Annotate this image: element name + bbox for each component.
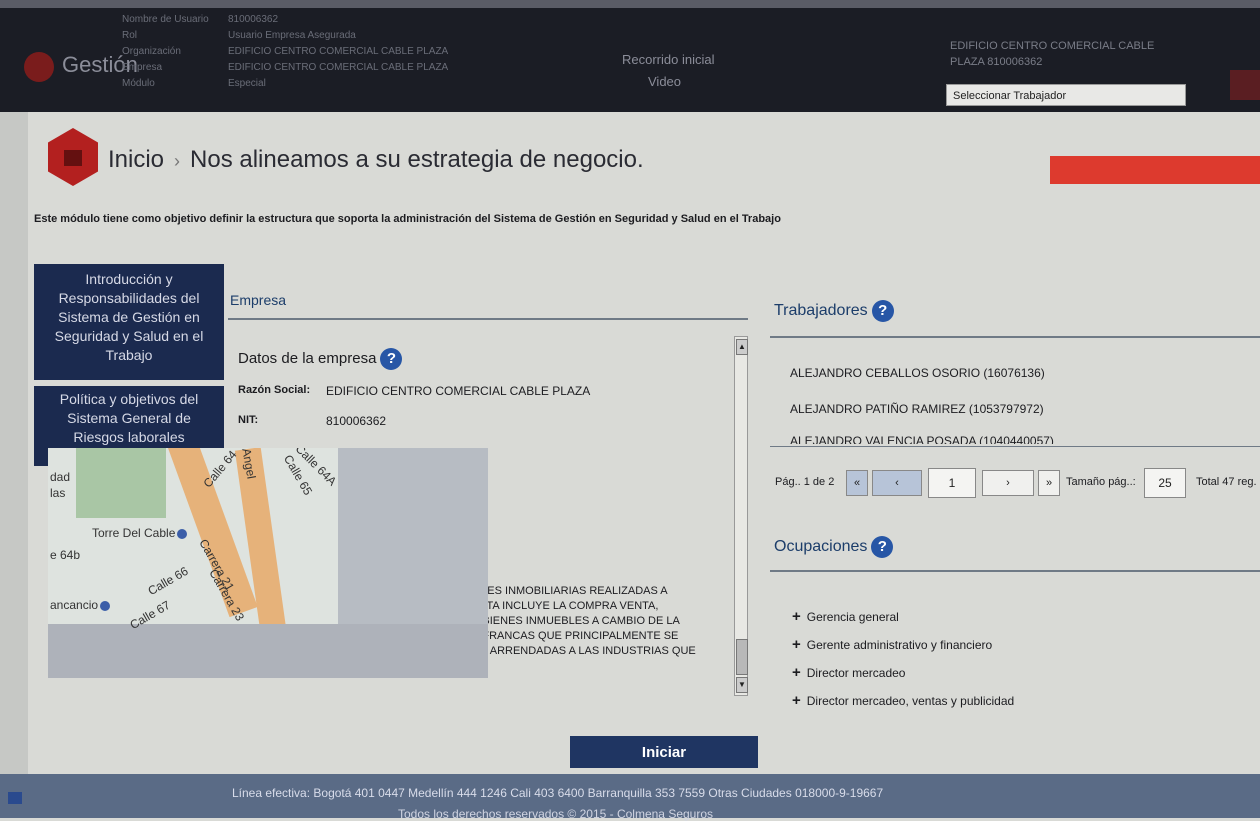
page-size-input[interactable]: 25 [1144,468,1186,498]
map-label: dad [50,470,71,484]
iniciar-button[interactable]: Iniciar [570,736,758,768]
datos-empresa-title: Datos de la empresa? [238,348,403,370]
nit-value: 810006362 [326,414,387,428]
occupation-item[interactable]: + Director mercadeo, ventas y publicidad [792,692,1014,709]
breadcrumb-separator: › [174,151,181,171]
map-park [76,448,166,518]
top-header: Gestión Nombre de Usuario Rol Organizaci… [0,0,1260,112]
empresa-title: Empresa [230,292,287,308]
map-popup[interactable]: dad las e 64b Torre Del Cable Calle 64 n… [48,448,488,678]
worker-item[interactable]: ALEJANDRO CEBALLOS OSORIO (16076136) [790,366,1045,380]
trabajadores-divider [770,336,1260,338]
scroll-up-icon[interactable]: ▲ [736,339,748,355]
info-label: Empresa [122,62,163,73]
tour-link[interactable]: Recorrido inicial [622,52,714,67]
scroll-thumb[interactable] [736,639,748,675]
map-pin-icon [100,600,111,611]
expand-icon[interactable]: + [792,636,801,653]
user-menu-icon[interactable] [1230,70,1260,100]
nit-label: NIT: [238,414,259,426]
map-label: Calle 66 [145,563,191,599]
map-poi-ancancio[interactable]: ancancio [50,598,111,612]
info-label: Módulo [122,78,155,89]
prev-page-button[interactable]: ‹ [872,470,922,496]
info-value: Usuario Empresa Asegurada [228,30,356,41]
ocupaciones-divider [770,570,1260,572]
footer-copyright: Todos los derechos reservados © 2015 - C… [398,807,714,821]
company-name-header: EDIFICIO CENTRO COMERCIAL CABLE PLAZA 81… [950,40,1155,68]
occupation-item[interactable]: + Director mercadeo [792,664,905,681]
info-value: EDIFICIO CENTRO COMERCIAL CABLE PLAZA [228,46,449,57]
expand-icon[interactable]: + [792,664,801,681]
scroll-down-icon[interactable]: ▼ [736,677,748,693]
trabajadores-title: Trabajadores? [774,300,894,322]
map-loading-tile [48,624,488,678]
map-label: e 64b [50,548,81,562]
footer: Línea efectiva: Bogotá 401 0447 Medellín… [0,774,1260,821]
brand-logo-icon [24,52,54,82]
razon-value: EDIFICIO CENTRO COMERCIAL CABLE PLAZA [326,384,591,398]
expand-icon[interactable]: + [792,608,801,625]
browser-strip [0,0,1260,8]
side-nav: Introducción y Responsabilidades del Sis… [34,264,224,472]
info-label: Organización [122,46,181,57]
nav-item-introduccion[interactable]: Introducción y Responsabilidades del Sis… [34,264,224,380]
map-poi-torre[interactable]: Torre Del Cable [92,526,188,540]
page-size-label: Tamaño pág..: [1066,476,1136,488]
worker-item[interactable]: ALEJANDRO PATIÑO RAMIREZ (1053797972) [790,402,1044,416]
company-description: ADES INMOBILIARIAS REALIZADAS A RATA INC… [472,585,696,657]
help-icon[interactable]: ? [380,348,403,370]
left-edge-strip [0,112,28,774]
expand-icon[interactable]: + [792,692,801,709]
page-indicator: Pág.. 1 de 2 [775,476,835,488]
info-value: EDIFICIO CENTRO COMERCIAL CABLE PLAZA [228,62,449,73]
first-page-button[interactable]: « [846,470,868,496]
module-description: Este módulo tiene como objetivo definir … [34,213,781,225]
info-value: 810006362 [228,14,279,25]
list-divider [770,446,1260,447]
page-title: Nos alineamos a su estrategia de negocio… [190,146,644,173]
occupation-item[interactable]: + Gerente administrativo y financiero [792,636,992,653]
breadcrumb-home[interactable]: Inicio [108,146,164,173]
page-number-input[interactable]: 1 [928,468,976,498]
empresa-scrollbar[interactable]: ▲ ▼ [734,336,748,696]
empresa-divider [228,318,748,320]
help-icon[interactable]: ? [871,300,894,322]
info-value: Especial [228,78,266,89]
info-label: Nombre de Usuario [122,14,209,25]
ocupaciones-title: Ocupaciones? [774,536,894,558]
worker-item[interactable]: ALEJANDRO VALENCIA POSADA (1040440057) [790,434,1054,444]
total-records: Total 47 reg. [1196,476,1257,488]
footer-phone-line: Línea efectiva: Bogotá 401 0447 Medellín… [232,786,884,800]
map-label: las [50,486,66,500]
info-label: Rol [122,30,138,41]
last-page-button[interactable]: » [1038,470,1060,496]
occupation-item[interactable]: + Gerencia general [792,608,899,625]
worker-select[interactable]: Seleccionar Trabajador [946,84,1186,106]
video-link[interactable]: Video [648,74,681,89]
breadcrumb: Inicio › Nos alineamos a su estrategia de … [108,146,644,174]
red-action-button[interactable] [1050,156,1260,184]
module-hex-icon [48,128,98,186]
map-pin-icon [177,528,188,539]
help-icon[interactable]: ? [871,536,894,558]
chat-icon[interactable] [8,792,22,804]
razon-label: Razón Social: [238,384,311,396]
next-page-button[interactable]: › [982,470,1034,496]
